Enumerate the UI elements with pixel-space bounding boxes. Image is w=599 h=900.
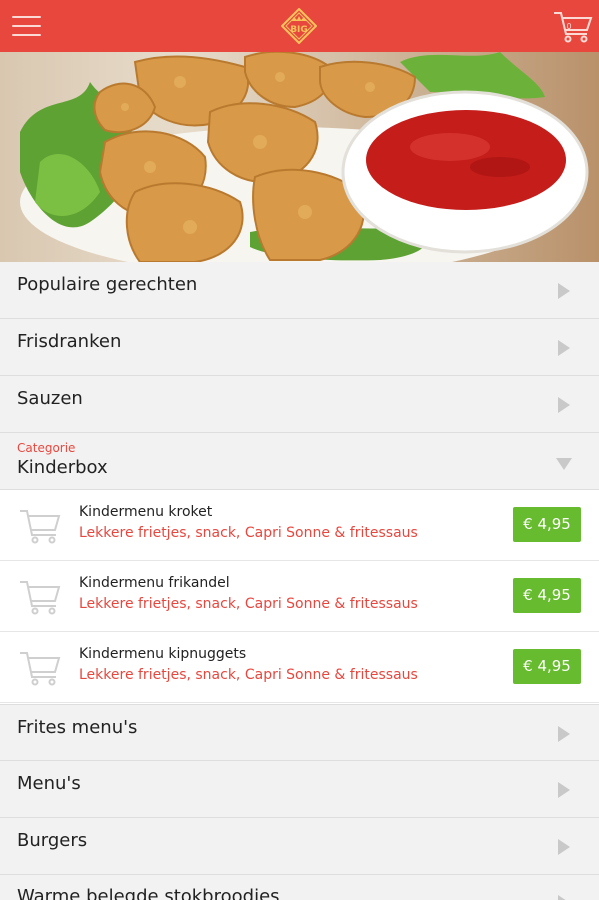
category-label: Burgers [17,830,88,851]
logo-text: BIG [290,25,308,35]
category-label: Frisdranken [17,331,122,352]
cart-count-badge: 0 [566,22,572,31]
price-button[interactable]: € 4,95 [513,578,581,613]
category-warme-belegde-stokbroodjes[interactable]: Warme belegde stokbroodjes [0,875,599,900]
category-label: Kinderbox [17,457,108,478]
price-button[interactable]: € 4,95 [513,507,581,542]
top-app-bar: BIG 0 [0,0,599,52]
category-sauzen[interactable]: Sauzen [0,376,599,433]
category-menus[interactable]: Menu's [0,761,599,818]
category-kinderbox-expanded[interactable]: Categorie Kinderbox [0,433,599,490]
product-name: Kindermenu kroket [79,504,213,520]
product-item[interactable]: Kindermenu kroket Lekkere frietjes, snac… [0,490,599,561]
category-frites-menus[interactable]: Frites menu's [0,704,599,761]
category-label: Warme belegde stokbroodjes [17,886,280,900]
product-item[interactable]: Kindermenu kipnuggets Lekkere frietjes, … [0,632,599,703]
hero-image [0,52,599,262]
chevron-right-icon [558,895,570,900]
chevron-right-icon [558,283,570,299]
category-label: Sauzen [17,388,83,409]
product-description: Lekkere frietjes, snack, Capri Sonne & f… [79,596,418,612]
shopping-cart-icon[interactable]: 0 [552,9,594,45]
chevron-right-icon [558,340,570,356]
category-populaire-gerechten[interactable]: Populaire gerechten [0,262,599,319]
cart-icon[interactable] [18,576,62,616]
chevron-right-icon [558,726,570,742]
category-label: Populaire gerechten [17,274,198,295]
chevron-down-icon [556,458,572,470]
brand-logo[interactable]: BIG [280,7,318,45]
product-item[interactable]: Kindermenu frikandel Lekkere frietjes, s… [0,561,599,632]
cart-icon[interactable] [18,647,62,687]
category-frisdranken[interactable]: Frisdranken [0,319,599,376]
hamburger-menu-icon[interactable] [12,13,42,39]
chevron-right-icon [558,839,570,855]
product-name: Kindermenu kipnuggets [79,646,247,662]
product-description: Lekkere frietjes, snack, Capri Sonne & f… [79,525,418,541]
chevron-right-icon [558,397,570,413]
category-burgers[interactable]: Burgers [0,818,599,875]
product-description: Lekkere frietjes, snack, Capri Sonne & f… [79,667,418,683]
category-label: Menu's [17,773,81,794]
price-button[interactable]: € 4,95 [513,649,581,684]
product-name: Kindermenu frikandel [79,575,230,591]
category-caption: Categorie [17,441,76,455]
category-label: Frites menu's [17,717,138,738]
cart-icon[interactable] [18,505,62,545]
chevron-right-icon [558,782,570,798]
